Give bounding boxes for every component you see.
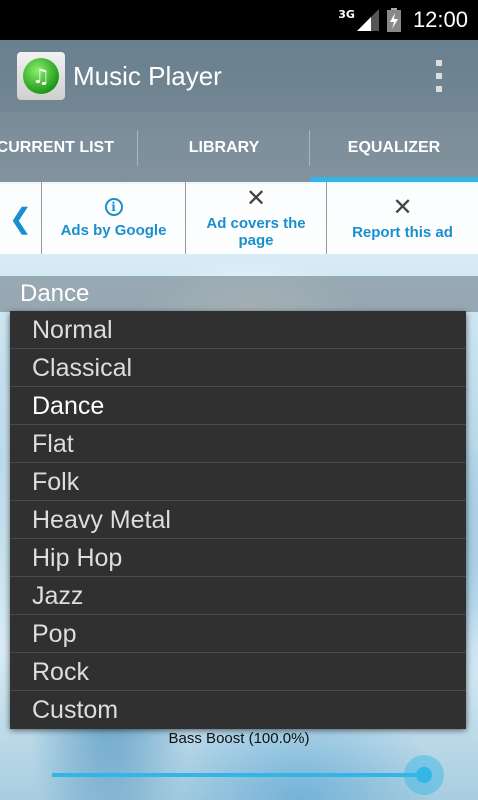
info-icon: i <box>104 197 123 216</box>
report-ad-label: Report this ad <box>352 223 453 241</box>
app-title: Music Player <box>73 60 222 91</box>
overflow-menu-icon[interactable] <box>434 60 444 92</box>
tab-equalizer[interactable]: EQUALIZER <box>310 112 478 184</box>
clock: 12:00 <box>412 7 468 32</box>
preset-option-heavy-metal[interactable]: Heavy Metal <box>10 501 466 539</box>
ads-by-google-label: Ads by Google <box>60 221 167 239</box>
signal-icon <box>356 9 379 31</box>
tab-bar: CURRENT LIST LIBRARY EQUALIZER <box>0 112 478 184</box>
overflow-dot <box>436 60 442 66</box>
tab-label: CURRENT LIST <box>0 139 114 156</box>
close-icon: ✕ <box>245 185 267 212</box>
ad-covers-label-line2: page <box>238 232 274 249</box>
action-bar: ♫ Music Player <box>0 40 478 112</box>
ad-covers-label-line1: Ad covers the <box>206 215 306 232</box>
tab-current-list[interactable]: CURRENT LIST <box>0 112 138 184</box>
ad-back-button[interactable]: ❮ <box>0 182 42 254</box>
bass-boost-label: Bass Boost (100.0%) <box>168 730 310 747</box>
network-type: 3G <box>338 8 355 21</box>
chevron-left-icon: ❮ <box>8 202 33 234</box>
ad-covers-page-button[interactable]: ✕ Ad covers the page <box>186 182 327 254</box>
ad-bar: ❮ i Ads by Google ✕ Ad covers the page ✕… <box>0 182 478 254</box>
preset-option-normal[interactable]: Normal <box>10 311 466 349</box>
tab-label: LIBRARY <box>188 139 260 156</box>
report-ad-button[interactable]: ✕ Report this ad <box>327 182 478 254</box>
preset-option-rock[interactable]: Rock <box>10 653 466 691</box>
battery-icon <box>386 8 401 32</box>
close-icon: ✕ <box>392 193 413 221</box>
preset-option-hip-hop[interactable]: Hip Hop <box>10 539 466 577</box>
preset-dropdown-list: Normal Classical Dance Flat Folk Heavy M… <box>10 311 466 729</box>
preset-option-flat[interactable]: Flat <box>10 425 466 463</box>
bass-boost-slider-track[interactable] <box>52 773 424 777</box>
preset-option-pop[interactable]: Pop <box>10 615 466 653</box>
tab-library[interactable]: LIBRARY <box>138 112 310 184</box>
preset-option-jazz[interactable]: Jazz <box>10 577 466 615</box>
bass-boost-slider-thumb[interactable] <box>416 767 432 783</box>
ads-by-google-button[interactable]: i Ads by Google <box>42 182 186 254</box>
music-note-icon[interactable]: ♫ <box>17 52 65 100</box>
preset-option-folk[interactable]: Folk <box>10 463 466 501</box>
preset-option-classical[interactable]: Classical <box>10 349 466 387</box>
tab-label: EQUALIZER <box>347 139 441 156</box>
preset-option-dance[interactable]: Dance <box>10 387 466 425</box>
preset-spinner[interactable]: Dance <box>0 276 478 312</box>
overflow-dot <box>436 86 442 92</box>
app-icon-disc: ♫ <box>23 58 59 94</box>
overflow-dot <box>436 73 442 79</box>
status-bar: 3G 12:00 <box>0 0 478 40</box>
preset-option-custom[interactable]: Custom <box>10 691 466 729</box>
